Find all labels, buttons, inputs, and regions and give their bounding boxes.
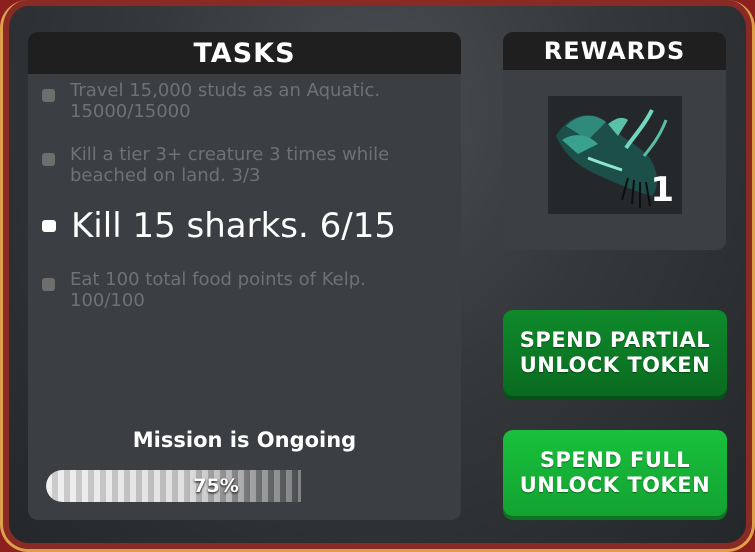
mission-window: TASKS Travel 15,000 studs as an Aquatic.…	[0, 0, 755, 552]
task-item: Eat 100 total food points of Kelp. 100/1…	[42, 269, 430, 311]
task-text: Eat 100 total food points of Kelp. 100/1…	[70, 269, 366, 311]
tasks-title: TASKS	[28, 32, 461, 74]
tasks-panel: TASKS Travel 15,000 studs as an Aquatic.…	[28, 32, 461, 520]
task-text: Travel 15,000 studs as an Aquatic. 15000…	[70, 80, 381, 122]
task-text: Kill 15 sharks. 6/15	[71, 206, 396, 246]
rewards-title: REWARDS	[503, 32, 726, 70]
rewards-panel: REWARDS 1	[503, 32, 726, 250]
task-bullet-icon	[42, 220, 56, 232]
task-item: Travel 15,000 studs as an Aquatic. 15000…	[42, 80, 430, 122]
reward-count: 1	[650, 170, 674, 210]
spend-full-token-button[interactable]: SPEND FULL UNLOCK TOKEN	[503, 430, 727, 516]
reward-slot[interactable]: 1	[548, 96, 682, 214]
task-item-active: Kill 15 sharks. 6/15	[42, 206, 451, 246]
task-bullet-icon	[42, 278, 55, 291]
mission-status: Mission is Ongoing	[132, 428, 357, 452]
progress-label: 75%	[193, 475, 239, 497]
task-text: Kill a tier 3+ creature 3 times while be…	[70, 144, 390, 186]
mission-progress-bar: 75%	[46, 470, 386, 502]
task-bullet-icon	[42, 153, 55, 166]
task-bullet-icon	[42, 89, 55, 102]
spend-partial-token-button[interactable]: SPEND PARTIAL UNLOCK TOKEN	[503, 310, 727, 396]
task-item: Kill a tier 3+ creature 3 times while be…	[42, 144, 430, 186]
